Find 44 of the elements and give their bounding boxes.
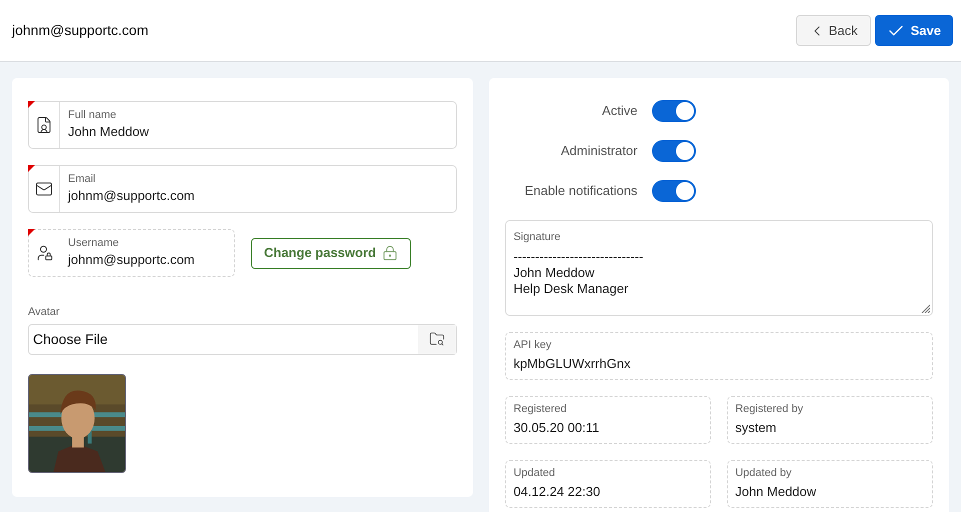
field-value: John Meddow bbox=[735, 484, 818, 500]
signature-text: ------------------------------ John Meddow Help Desk Manager bbox=[513, 248, 644, 296]
required-marker-icon bbox=[28, 165, 35, 172]
field-label: API key bbox=[513, 340, 552, 351]
toggle-switch[interactable] bbox=[652, 140, 696, 162]
toggle-label: Administrator bbox=[560, 142, 638, 160]
field-label: Avatar bbox=[28, 305, 61, 320]
back-button[interactable]: Back bbox=[796, 15, 871, 46]
field-value: 30.05.20 00:11 bbox=[513, 420, 600, 436]
field-label: Email bbox=[68, 174, 97, 185]
page-title: johnm@supportc.com bbox=[12, 21, 148, 40]
file-input[interactable]: Choose File bbox=[28, 324, 458, 354]
resize-handle-icon bbox=[920, 303, 930, 313]
text-field[interactable]: Email johnm@supportc.com bbox=[28, 165, 458, 213]
text-field[interactable]: Username johnm@supportc.com bbox=[28, 229, 235, 277]
toggle-switch[interactable] bbox=[652, 180, 696, 202]
field-value: johnm@supportc.com bbox=[68, 252, 195, 268]
field-label: Updated bbox=[513, 468, 556, 479]
save-button[interactable]: Save bbox=[874, 15, 953, 46]
toggle-label: Enable notifications bbox=[524, 182, 638, 200]
text-field[interactable]: Full name John Meddow bbox=[28, 101, 458, 149]
field-value: John Meddow bbox=[68, 124, 149, 140]
field-label: Registered by bbox=[735, 404, 804, 415]
field-label: Updated by bbox=[735, 468, 792, 479]
toggle-switch[interactable] bbox=[652, 100, 696, 122]
mail-icon bbox=[35, 180, 53, 198]
id-card-icon bbox=[35, 116, 53, 134]
field-label: Full name bbox=[68, 110, 118, 121]
change-password-button[interactable]: Change password bbox=[251, 238, 411, 268]
field-value: johnm@supportc.com bbox=[68, 188, 195, 204]
field-value: system bbox=[735, 420, 778, 436]
required-marker-icon bbox=[28, 101, 35, 108]
user-lock-icon bbox=[36, 244, 54, 262]
toggle-label: Active bbox=[601, 102, 638, 120]
folder-search-icon bbox=[429, 331, 446, 347]
field-label: Registered bbox=[513, 404, 568, 415]
lock-icon bbox=[382, 245, 398, 261]
field-value: kpMbGLUWxrrhGnx bbox=[513, 356, 632, 372]
field-value: 04.12.24 22:30 bbox=[513, 484, 602, 500]
required-marker-icon bbox=[28, 229, 35, 236]
field-label: Username bbox=[68, 238, 120, 249]
signature-textarea[interactable]: Signature ------------------------------ John Meddow Help Desk Manager bbox=[505, 220, 933, 316]
choose-file-text: Choose File bbox=[32, 330, 109, 348]
field-label: Signature bbox=[513, 230, 562, 245]
